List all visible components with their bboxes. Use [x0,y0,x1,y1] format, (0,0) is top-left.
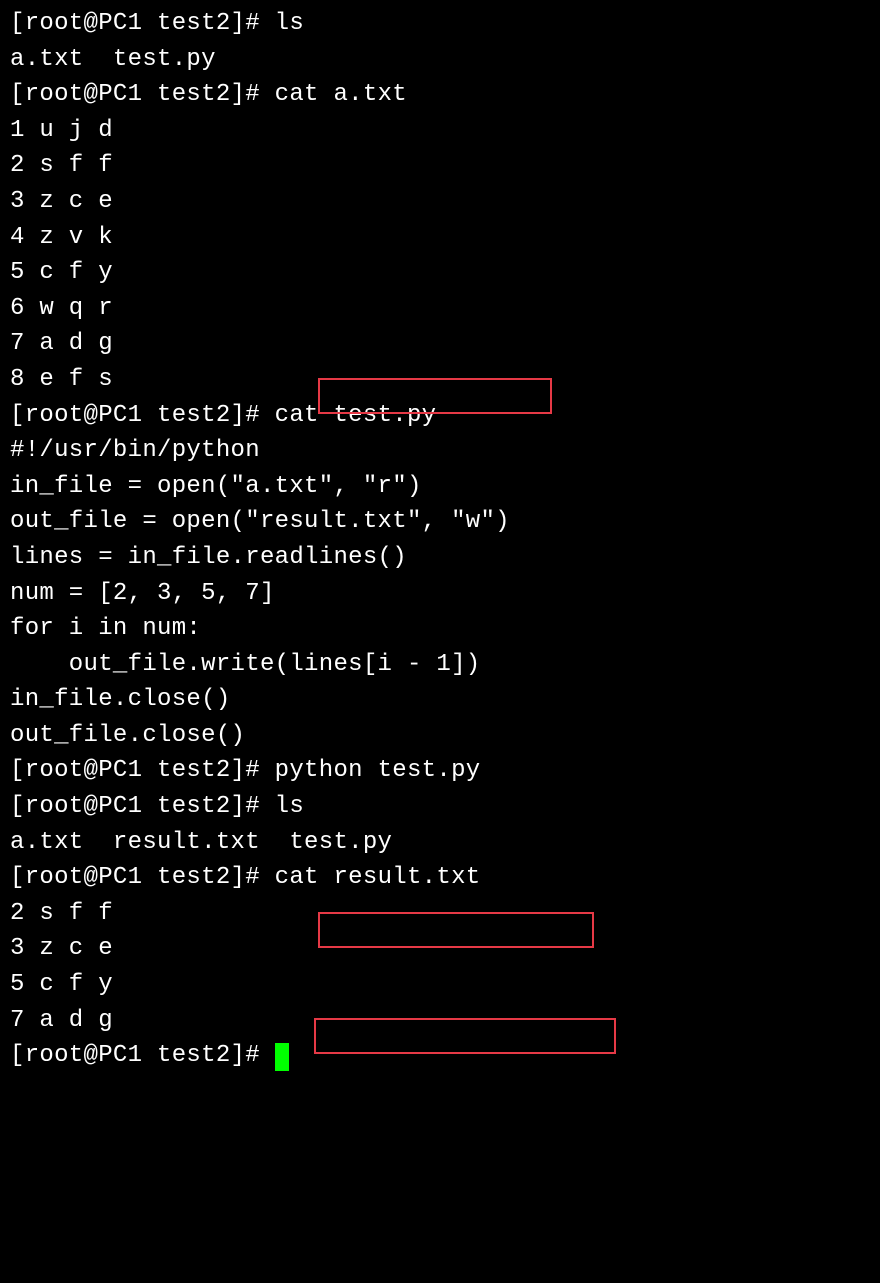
shell-prompt: [root@PC1 test2]# [10,757,275,784]
shell-prompt: [root@PC1 test2]# [10,10,275,37]
shell-command: python test.py [275,757,481,784]
result-txt-line: 3 z c e [10,931,870,967]
terminal-output[interactable]: [root@PC1 test2]# lsa.txt test.py[root@P… [0,0,880,1080]
a-txt-line: 3 z c e [10,184,870,220]
test-py-line: lines = in_file.readlines() [10,540,870,576]
cmd-cat-a: [root@PC1 test2]# cat a.txt [10,77,870,113]
cmd-cat-test: [root@PC1 test2]# cat test.py [10,398,870,434]
a-txt-line: 7 a d g [10,326,870,362]
ls-output-1: a.txt test.py [10,42,870,78]
test-py-line: out_file.close() [10,718,870,754]
cmd-ls-2: [root@PC1 test2]# ls [10,789,870,825]
cmd-python-run: [root@PC1 test2]# python test.py [10,753,870,789]
cmd-cat-result: [root@PC1 test2]# cat result.txt [10,860,870,896]
a-txt-line: 1 u j d [10,113,870,149]
shell-command: cat a.txt [275,81,407,108]
test-py-line: #!/usr/bin/python [10,433,870,469]
a-txt-line: 8 e f s [10,362,870,398]
a-txt-line: 5 c f y [10,255,870,291]
shell-prompt: [root@PC1 test2]# [10,81,275,108]
test-py-line: out_file = open("result.txt", "w") [10,504,870,540]
prompt-active: [root@PC1 test2]# [10,1038,870,1074]
a-txt-line: 4 z v k [10,220,870,256]
test-py-line: out_file.write(lines[i - 1]) [10,647,870,683]
result-txt-line: 5 c f y [10,967,870,1003]
shell-prompt: [root@PC1 test2]# [10,1042,275,1069]
shell-command: cat test.py [275,402,437,429]
shell-prompt: [root@PC1 test2]# [10,864,275,891]
result-txt-line: 7 a d g [10,1003,870,1039]
test-py-line: for i in num: [10,611,870,647]
test-py-line: num = [2, 3, 5, 7] [10,576,870,612]
cmd-ls-1: [root@PC1 test2]# ls [10,6,870,42]
test-py-line: in_file = open("a.txt", "r") [10,469,870,505]
ls-output-2: a.txt result.txt test.py [10,825,870,861]
shell-prompt: [root@PC1 test2]# [10,793,275,820]
result-txt-line: 2 s f f [10,896,870,932]
shell-prompt: [root@PC1 test2]# [10,402,275,429]
cursor [275,1043,289,1071]
test-py-line: in_file.close() [10,682,870,718]
a-txt-line: 2 s f f [10,148,870,184]
shell-command: ls [275,10,304,37]
a-txt-line: 6 w q r [10,291,870,327]
shell-command: ls [275,793,304,820]
shell-command: cat result.txt [275,864,481,891]
